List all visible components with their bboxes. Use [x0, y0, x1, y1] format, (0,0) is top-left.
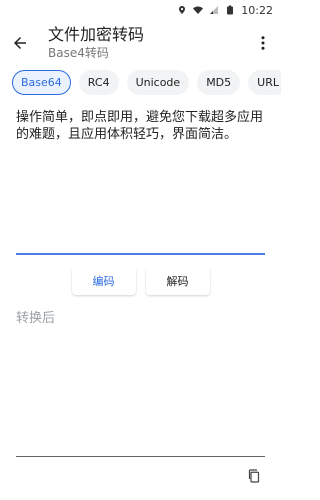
back-arrow-icon[interactable] — [8, 31, 32, 55]
status-bar: 10:22 — [0, 0, 281, 20]
location-icon — [177, 5, 187, 15]
title-block: 文件加密转码 Base4转码 — [48, 25, 253, 61]
result-underline — [16, 456, 265, 457]
tab-rc4[interactable]: RC4 — [78, 70, 119, 95]
tab-md5[interactable]: MD5 — [197, 70, 241, 95]
action-buttons: 编码 解码 — [0, 267, 281, 295]
app-bar: 文件加密转码 Base4转码 — [0, 20, 281, 66]
input-area[interactable]: 操作简单，即点即用，避免您下载超多应用的难题，且应用体积轻巧，界面简洁。 — [16, 109, 265, 255]
tab-url[interactable]: URL — [248, 70, 281, 95]
battery-icon — [225, 5, 235, 15]
decode-button[interactable]: 解码 — [145, 267, 210, 295]
copy-icon[interactable] — [243, 465, 265, 487]
page-subtitle: Base4转码 — [48, 46, 109, 60]
status-time: 10:22 — [241, 3, 273, 17]
result-area[interactable] — [16, 326, 265, 454]
more-vert-icon[interactable] — [253, 31, 273, 55]
result-label: 转换后 — [16, 311, 56, 326]
signal-icon — [209, 5, 219, 15]
wifi-icon — [193, 5, 204, 15]
input-text: 操作简单，即点即用，避免您下载超多应用的难题，且应用体积轻巧，界面简洁。 — [16, 110, 264, 142]
tab-unicode[interactable]: Unicode — [126, 70, 190, 95]
page-title: 文件加密转码 — [48, 25, 145, 44]
tab-base64[interactable]: Base64 — [12, 70, 71, 95]
encode-button[interactable]: 编码 — [71, 267, 136, 295]
tab-strip: Base64 RC4 Unicode MD5 URL — [0, 66, 281, 99]
